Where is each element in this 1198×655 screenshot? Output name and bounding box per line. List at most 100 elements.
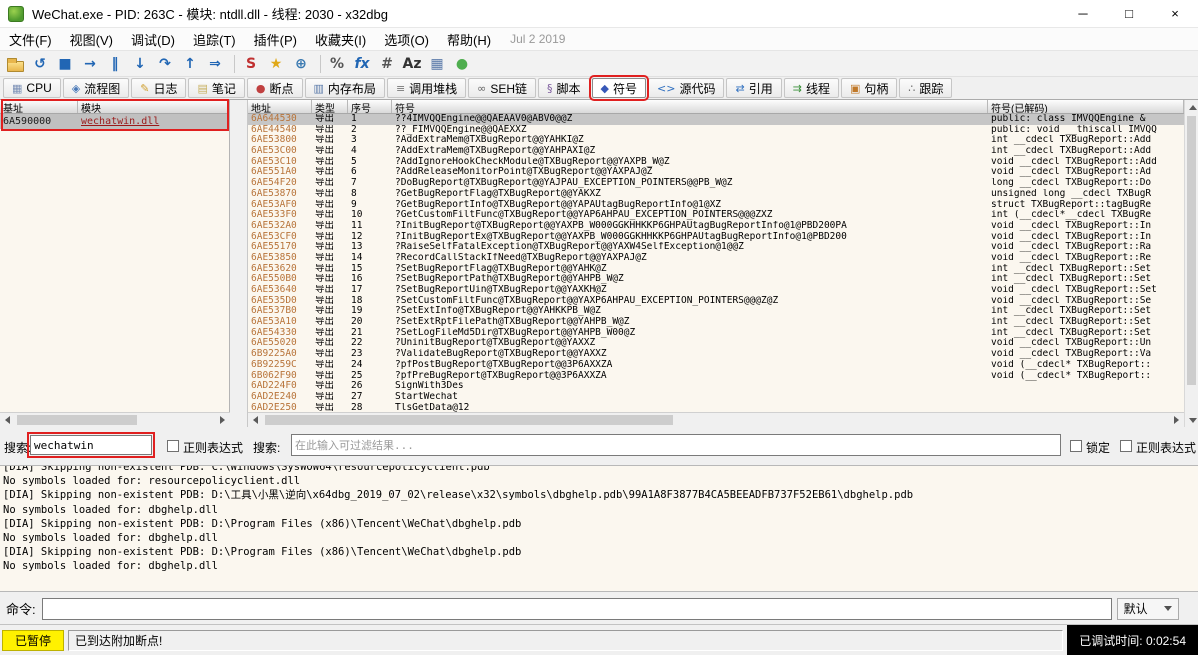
symbol-row[interactable]: 6AE54F20导出7?DoBugReport@TXBugReport@@YAJ… [248,178,1184,189]
symbols-header-address[interactable]: 地址 [248,100,312,113]
restart-icon[interactable]: ↺ [29,53,51,75]
tab-handles[interactable]: ▣句柄 [841,78,897,98]
menu-item[interactable]: 收藏夹(I) [306,28,375,51]
lock-checkbox[interactable] [1070,440,1082,452]
menu-item[interactable]: 调试(D) [122,28,184,51]
tab-call-stack[interactable]: ≡调用堆栈 [387,78,466,98]
tab-memory-map[interactable]: ▥内存布局 [305,78,385,98]
menu-item[interactable]: 视图(V) [61,28,122,51]
menu-item[interactable]: 追踪(T) [184,28,245,51]
menu-item[interactable]: 选项(O) [375,28,438,51]
symbol-row[interactable]: 6AE53AF0导出9?GetBugReportInfo@TXBugReport… [248,200,1184,211]
tab-trace[interactable]: ∴跟踪 [899,78,952,98]
scroll-left-icon[interactable] [248,413,263,427]
symbol-row[interactable]: 6AE55170导出13?RaiseSelfFatalException@TXB… [248,242,1184,253]
command-input[interactable] [42,598,1112,620]
log-output[interactable]: [DIA] Skipping non-existent PDB: C:\Wind… [0,465,1198,592]
scylla-icon[interactable]: S [240,53,262,75]
modules-header-base[interactable]: 基址 [0,100,78,113]
tab-seh[interactable]: ∞SEH链 [468,78,536,98]
symbols-header-ordinal[interactable]: 序号 [348,100,392,113]
symbol-row[interactable]: 6AE53CF0导出12?InitBugReportEx@TXBugReport… [248,232,1184,243]
symbol-row[interactable]: 6AE53C00导出4?AddExtraMem@TXBugReport@@YAH… [248,146,1184,157]
scroll-left-icon[interactable] [0,413,15,427]
symbol-row[interactable]: 6A644530导出1??4IMVQQEngine@@QAEAAV0@ABV0@… [248,114,1184,125]
symbol-row[interactable]: 6AE532A0导出11?InitBugReport@TXBugReport@@… [248,221,1184,232]
symbol-row[interactable]: 6AD2E250导出28TlsGetData@12 [248,403,1184,412]
scrollbar-thumb[interactable] [265,415,673,425]
symbol-row[interactable]: 6AE53620导出15?SetBugReportFlag@TXBugRepor… [248,264,1184,275]
step-over-icon[interactable]: ↷ [154,53,176,75]
close-button[interactable]: × [1152,0,1198,28]
percent-tool-icon[interactable]: % [326,53,348,75]
tab-cpu[interactable]: ▦CPU [3,78,61,98]
symbol-row[interactable]: 6AE55020导出22?UninitBugReport@TXBugReport… [248,338,1184,349]
symbol-regex-checkbox[interactable] [1120,440,1132,452]
symbol-row[interactable]: 6AE535D0导出18?SetCustomFiltFunc@TXBugRepo… [248,296,1184,307]
symbol-search-input[interactable] [291,434,1061,456]
symbol-row[interactable]: 6AE53A10导出20?SetExtRptFilePath@TXBugRepo… [248,317,1184,328]
symbols-header-symbol[interactable]: 符号 [392,100,988,113]
scrollbar-track[interactable] [1185,114,1198,413]
symbol-row[interactable]: 6AE53800导出3?AddExtraMem@TXBugReport@@YAH… [248,135,1184,146]
symbol-row[interactable]: 6B062F90导出25?pfPreBugReport@TXBugReport@… [248,371,1184,382]
tab-graph[interactable]: ◈流程图 [63,78,129,98]
tab-threads[interactable]: ⇉线程 [784,78,839,98]
hash-tool-icon[interactable]: # [376,53,398,75]
tab-source[interactable]: <>源代码 [648,78,724,98]
symbol-row[interactable]: 6AE44540导出2??_FIMVQQEngine@@QAEXXZpublic… [248,125,1184,136]
scroll-up-icon[interactable] [1185,100,1198,114]
step-into-icon[interactable]: ↓ [129,53,151,75]
scroll-right-icon[interactable] [1169,413,1184,427]
symbols-vscrollbar[interactable] [1184,100,1198,427]
symbols-header-decoded[interactable]: 符号(已解码) [988,100,1184,113]
maximize-button[interactable]: □ [1106,0,1152,28]
command-profile-select[interactable]: 默认 [1117,598,1179,620]
pause-icon[interactable]: ‖ [104,53,126,75]
tab-log[interactable]: ✎日志 [131,78,186,98]
run-to-user-code-icon[interactable]: ⇒ [204,53,226,75]
symbol-row[interactable]: 6AE53640导出17?SetBugReportUin@TXBugReport… [248,285,1184,296]
menu-item[interactable]: 帮助(H) [438,28,500,51]
symbol-row[interactable]: 6AE533F0导出10?GetCustomFiltFunc@TXBugRepo… [248,210,1184,221]
module-regex-checkbox[interactable] [167,440,179,452]
scrollbar-track[interactable] [263,413,1169,427]
modules-hscrollbar[interactable] [0,412,230,427]
minimize-button[interactable]: ─ [1060,0,1106,28]
symbol-row[interactable]: 6B92259C导出24?pfPostBugReport@TXBugReport… [248,360,1184,371]
execute-till-return-icon[interactable]: ↑ [179,53,201,75]
scroll-right-icon[interactable] [215,413,230,427]
scrollbar-thumb[interactable] [1187,116,1196,385]
module-search-input[interactable] [30,435,152,455]
open-file-icon[interactable] [4,53,26,75]
menu-item[interactable]: 插件(P) [245,28,306,51]
tab-references[interactable]: ⇄引用 [726,78,781,98]
stop-icon[interactable]: ■ [54,53,76,75]
symbol-row[interactable]: 6AE53850导出14?RecordCallStackIfNeed@TXBug… [248,253,1184,264]
symbol-row[interactable]: 6AE550B0导出16?SetBugReportPath@TXBugRepor… [248,274,1184,285]
symbol-row[interactable]: 6B9225A0导出23?ValidateBugReport@TXBugRepo… [248,349,1184,360]
symbol-row[interactable]: 6AE53C10导出5?AddIgnoreHookCheckModule@TXB… [248,157,1184,168]
memory-tool-icon[interactable]: ▦ [426,53,448,75]
favourites-icon[interactable]: ★ [265,53,287,75]
scrollbar-thumb[interactable] [17,415,137,425]
symbol-row[interactable]: 6AE537B0导出19?SetExtInfo@TXBugReport@@YAH… [248,306,1184,317]
symbol-row[interactable]: 6AE53870导出8?GetBugReportFlag@TXBugReport… [248,189,1184,200]
module-row[interactable]: 6A590000 wechatwin.dll [0,114,229,129]
tab-notes[interactable]: ▤笔记 [188,78,244,98]
modules-header-module[interactable]: 模块 [78,100,229,113]
tools-icon[interactable]: ⊕ [290,53,312,75]
symbol-row[interactable]: 6AE54330导出21?SetLogFileMd5Dir@TXBugRepor… [248,328,1184,339]
symbol-row[interactable]: 6AD224F0导出26SignWith3Des [248,381,1184,392]
tab-symbols[interactable]: ◆符号 [592,78,646,98]
symbol-row[interactable]: 6AE551A0导出6?AddReleaseMonitorPoint@TXBug… [248,167,1184,178]
scroll-down-icon[interactable] [1185,413,1198,427]
symbol-row[interactable]: 6AD2E240导出27StartWechat [248,392,1184,403]
run-icon[interactable]: → [79,53,101,75]
tab-script[interactable]: §脚本 [538,78,590,98]
settings-ball-icon[interactable]: ● [451,53,473,75]
scrollbar-track[interactable] [15,413,215,427]
symbols-hscrollbar[interactable] [248,412,1184,427]
tab-breakpoints[interactable]: ●断点 [247,78,303,98]
fx-tool-icon[interactable]: fx [351,53,373,75]
